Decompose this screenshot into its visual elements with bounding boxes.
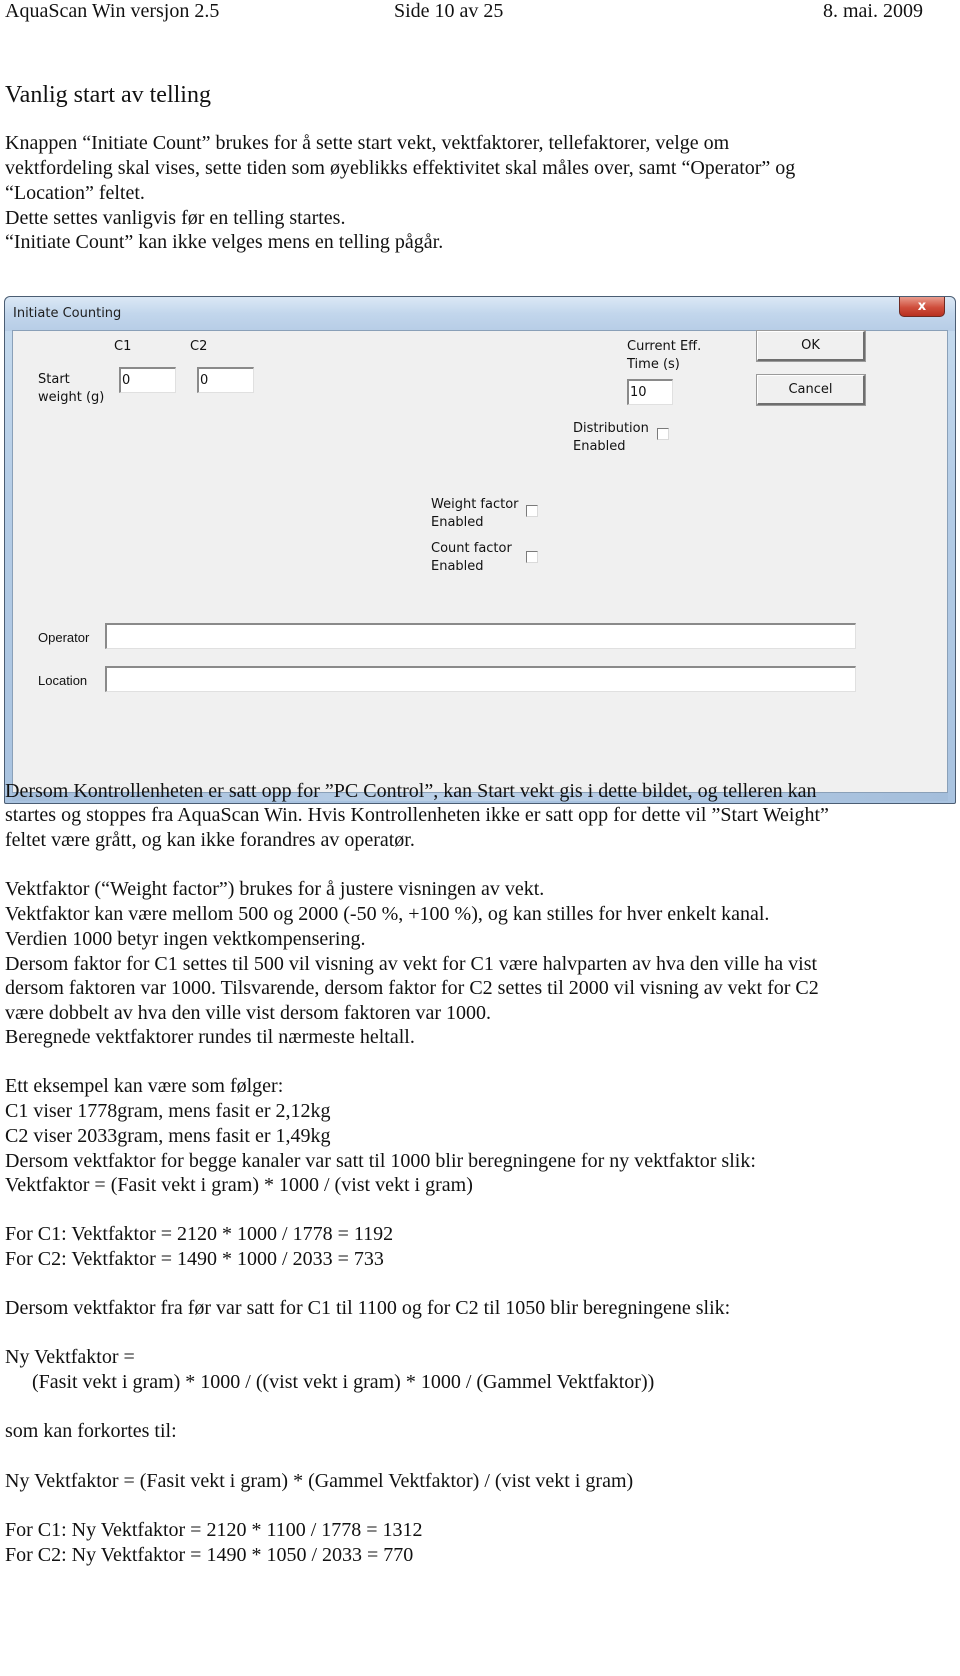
intro-line: “Location” feltet. — [5, 182, 145, 204]
current-eff-time-label-unit: Time (s) — [627, 357, 680, 372]
body-line: Verdien 1000 betyr ingen vektkompenserin… — [5, 928, 366, 950]
count-factor-enabled-checkbox[interactable] — [526, 551, 538, 563]
page-header: AquaScan Win versjon 2.5 Side 10 av 25 8… — [0, 0, 960, 30]
weight-factor-label-enabled: Enabled — [431, 515, 484, 530]
c1-column-label: C1 — [114, 339, 132, 354]
weight-factor-enabled-checkbox[interactable] — [526, 505, 538, 517]
distribution-label: Distribution — [573, 421, 649, 436]
body-line: være dobbelt av hva den ville vist derso… — [5, 1002, 491, 1024]
dialog-titlebar[interactable]: Initiate Counting x — [5, 297, 955, 331]
body-line: (Fasit vekt i gram) * 1000 / ((vist vekt… — [32, 1371, 655, 1393]
body-line: som kan forkortes til: — [5, 1420, 177, 1442]
operator-label: Operator — [38, 630, 90, 645]
body-line: Vektfaktor kan være mellom 500 og 2000 (… — [5, 903, 770, 925]
body-line: C2 viser 2033gram, mens fasit er 1,49kg — [5, 1125, 331, 1147]
intro-line: “Initiate Count” kan ikke velges mens en… — [5, 231, 444, 253]
body-line: startes og stoppes fra AquaScan Win. Hvi… — [5, 804, 829, 826]
operator-input[interactable] — [105, 623, 856, 649]
body-line: Ny Vektfaktor = — [5, 1346, 135, 1368]
close-icon: x — [917, 299, 927, 314]
body-line: Dersom faktor for C1 settes til 500 vil … — [5, 953, 818, 975]
document-date: 8. mai. 2009 — [823, 0, 923, 22]
start-weight-label: Start — [38, 372, 70, 387]
cancel-button[interactable]: Cancel — [757, 375, 865, 405]
location-label: Location — [38, 673, 88, 688]
intro-line: Dette settes vanligvis før en telling st… — [5, 207, 346, 229]
body-line: Vektfaktor = (Fasit vekt i gram) * 1000 … — [5, 1174, 473, 1196]
document-version: AquaScan Win versjon 2.5 — [5, 0, 220, 22]
body-line: dersom faktoren var 1000. Tilsvarende, d… — [5, 977, 819, 999]
c2-start-weight-input[interactable] — [197, 367, 254, 393]
distribution-enabled-checkbox[interactable] — [657, 428, 669, 440]
dialog-client-area: C1 C2 Start weight (g) Current Eff. Time… — [12, 330, 948, 793]
ok-button[interactable]: OK — [757, 331, 865, 361]
body-line: Ett eksempel kan være som følger: — [5, 1075, 284, 1097]
intro-line: vektfordeling skal vises, sette tiden so… — [5, 157, 796, 179]
distribution-label-enabled: Enabled — [573, 439, 626, 454]
body-line: Dersom vektfaktor fra før var satt for C… — [5, 1297, 731, 1319]
body-line: Dersom Kontrollenheten er satt opp for ”… — [5, 780, 817, 802]
body-line: Dersom vektfaktor for begge kanaler var … — [5, 1150, 756, 1172]
current-eff-time-input[interactable] — [627, 379, 673, 405]
location-input[interactable] — [105, 666, 856, 692]
count-factor-label-enabled: Enabled — [431, 559, 484, 574]
body-line: Beregnede vektfaktorer rundes til nærmes… — [5, 1026, 415, 1048]
intro-line: Knappen “Initiate Count” brukes for å se… — [5, 132, 730, 154]
body-line: For C1: Vektfaktor = 2120 * 1000 / 1778 … — [5, 1223, 394, 1245]
initiate-counting-dialog: Initiate Counting x C1 C2 Start weight (… — [4, 296, 956, 804]
section-heading: Vanlig start av telling — [5, 82, 211, 108]
body-line: feltet være grått, og kan ikke forandres… — [5, 829, 415, 851]
page-number: Side 10 av 25 — [394, 0, 504, 22]
body-line: For C2: Ny Vektfaktor = 1490 * 1050 / 20… — [5, 1544, 414, 1566]
body-line: Vektfaktor (“Weight factor”) brukes for … — [5, 878, 545, 900]
body-line: For C2: Vektfaktor = 1490 * 1000 / 2033 … — [5, 1248, 384, 1270]
c1-start-weight-input[interactable] — [119, 367, 176, 393]
weight-factor-label: Weight factor — [431, 497, 519, 512]
current-eff-time-label: Current Eff. — [627, 339, 702, 354]
c2-column-label: C2 — [190, 339, 208, 354]
count-factor-label: Count factor — [431, 541, 512, 556]
dialog-title: Initiate Counting — [13, 306, 122, 321]
start-weight-label-unit: weight (g) — [38, 390, 105, 405]
close-button[interactable]: x — [899, 297, 945, 317]
body-line: Ny Vektfaktor = (Fasit vekt i gram) * (G… — [5, 1470, 634, 1492]
body-line: For C1: Ny Vektfaktor = 2120 * 1100 / 17… — [5, 1519, 423, 1541]
body-line: C1 viser 1778gram, mens fasit er 2,12kg — [5, 1100, 331, 1122]
